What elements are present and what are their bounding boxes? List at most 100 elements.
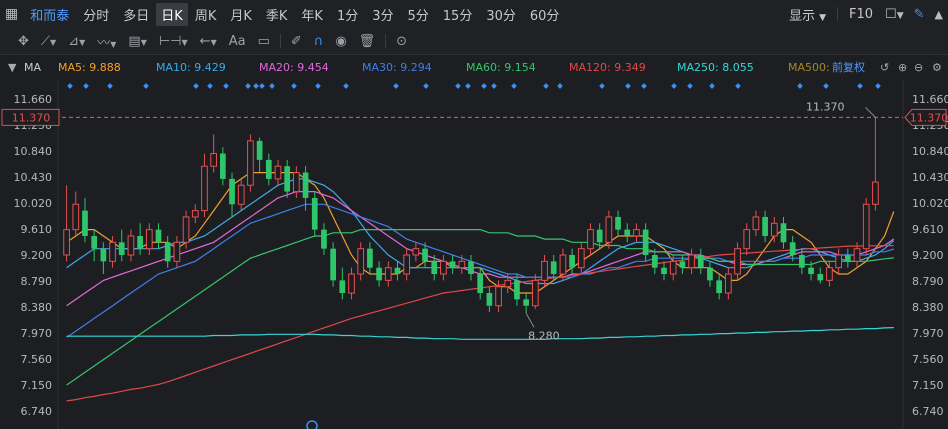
period-tab-10[interactable]: 15分 [436,5,480,24]
adjust-mode-button[interactable]: 前复权 [832,59,865,75]
candle-body [118,242,125,255]
low-price-label: 8.280 [528,329,560,342]
event-marker-dot [107,83,113,89]
candle-body [495,286,502,307]
candle-body [541,260,548,281]
candle-body [348,273,355,294]
arrow-tool-icon[interactable]: ←▼ [194,34,223,49]
f10-button[interactable]: F10 [842,7,880,22]
ma-label: MA250: 8.055 [677,60,754,74]
comment-icon[interactable]: ▭ [252,34,276,49]
candle-body [724,273,732,294]
channel-tool-icon[interactable]: ⊿▼ [62,34,91,49]
period-tab-6[interactable]: 年K [294,5,330,24]
crosshair-move-icon[interactable]: ✥ [0,34,35,49]
eye-icon[interactable]: ◉ [329,34,352,49]
candle-body [872,181,879,205]
candle-body [321,229,327,249]
candle-body [109,241,116,262]
candle-body [752,216,760,231]
candle-body [477,274,484,294]
y-tick-label-left: 10.020 [14,197,53,210]
stock-name[interactable]: 和而泰 [23,5,76,24]
ma-label: MA5: 9.888 [58,60,121,74]
candle-body [826,267,833,281]
period-tab-0[interactable]: 分时 [76,5,116,24]
event-marker-dot [511,83,517,89]
period-tab-7[interactable]: 1分 [330,5,365,24]
chevron-up-icon[interactable]: ▲ [930,8,948,21]
period-toolbar: ▦ 和而泰 分时 多日 日K 周K 月K 季K 年K 1分 3分 5分 15分 … [0,0,948,29]
collapse-icon[interactable]: ▼ [8,61,16,74]
candle-body [210,153,218,167]
period-tab-12[interactable]: 60分 [523,5,567,24]
candle-body [229,178,235,205]
candle-body [523,299,529,306]
display-menu-button[interactable]: 显示 ▼ [782,5,833,24]
period-tab-8[interactable]: 3分 [365,5,400,24]
y-tick-label-right: 8.790 [912,275,944,288]
trash-icon[interactable]: 🗑 [353,34,382,49]
candle-body [155,229,162,243]
event-marker-dot [259,83,265,89]
low-leader-line [525,313,535,328]
candle-body [164,242,171,262]
candle-body [615,216,621,230]
candle-body [862,203,870,250]
y-tick-label-left: 10.840 [14,145,53,158]
candle-body [707,267,713,281]
grid-menu-icon[interactable]: ▦ [0,6,23,22]
wave-tool-icon[interactable]: 〰▼ [91,32,122,51]
candle-body [559,254,567,275]
ma-label: MA30: 9.294 [362,60,432,74]
range-tool-icon[interactable]: ⊢⊣▼ [153,34,194,49]
event-marker-dot [491,83,497,89]
candle-body [587,229,594,250]
event-marker-dot [193,83,199,89]
remove-icon[interactable]: ⊖ [914,61,923,74]
candle-body [431,261,438,275]
eraser-icon[interactable]: ✐ [285,34,308,49]
event-marker-dot [797,83,803,89]
event-marker-dot [143,83,149,89]
y-tick-label-left: 9.200 [21,249,53,262]
candle-body [577,248,585,269]
text-tool[interactable]: Aa [223,34,252,49]
candle-body [357,248,365,275]
event-marker-dot [671,83,677,89]
period-tab-9[interactable]: 5分 [401,5,436,24]
add-icon[interactable]: ⊕ [898,61,907,74]
period-tab-4[interactable]: 月K [223,5,259,24]
candle-body [817,274,824,281]
checkbox-icon[interactable]: ☐▼ [880,7,909,22]
y-tick-label-right: 9.610 [912,223,944,236]
candle-body [716,280,723,294]
y-tick-label-left: 7.150 [21,379,53,392]
y-tick-label-right: 8.380 [912,301,944,314]
magnet-icon[interactable]: ∩ [308,34,330,49]
toggle-icon[interactable]: ⊙ [390,34,413,49]
undo-icon[interactable]: ↺ [880,61,889,74]
period-tab-5[interactable]: 季K [259,5,295,24]
indicator-name[interactable]: MA [24,61,41,74]
event-marker-dot [641,83,647,89]
event-marker-dot [253,83,259,89]
period-tab-2[interactable]: 日K [156,2,188,26]
candle-body [762,216,768,236]
y-tick-label-right: 10.430 [912,171,948,184]
divider [279,34,281,48]
candle-body [569,255,575,268]
fibonacci-tool-icon[interactable]: ▤▼ [122,34,152,49]
y-tick-label-left: 10.430 [14,171,53,184]
kline-chart[interactable]: 11.66011.66011.25011.25010.84010.84010.4… [0,80,948,429]
period-tab-1[interactable]: 多日 [116,5,156,24]
event-marker-dot [245,83,251,89]
y-tick-label-left: 7.970 [21,327,53,340]
event-marker-dot [269,83,275,89]
candle-body [458,260,466,269]
line-tool-icon[interactable]: ⟋▼ [35,34,62,49]
settings-icon[interactable]: ⚙ [932,61,942,74]
period-tab-3[interactable]: 周K [188,5,224,24]
period-tab-11[interactable]: 30分 [479,5,523,24]
pen-icon[interactable]: ✎ [909,7,930,22]
